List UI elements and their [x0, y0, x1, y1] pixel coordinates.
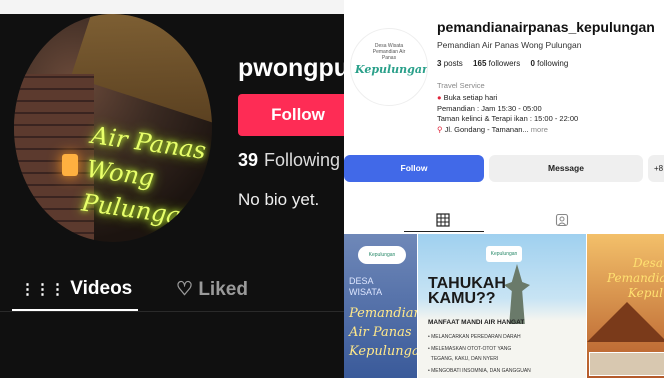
avatar-neon-text: Air Panas Wong Pulungan [79, 121, 208, 233]
tab-liked[interactable]: ♡ Liked [176, 278, 248, 301]
heart-lock-icon: ♡ [176, 279, 194, 300]
tiktok-bio: No bio yet. [238, 190, 320, 209]
tagged-icon[interactable] [555, 213, 569, 227]
top-strip [0, 0, 344, 14]
instagram-category: Travel Service [437, 81, 485, 90]
tiktok-follow-button[interactable]: Follow [238, 94, 344, 136]
avatar-lamp [62, 154, 78, 176]
tab-liked-label: Liked [198, 279, 248, 300]
tiktok-avatar[interactable]: Air Panas Wong Pulungan [14, 14, 212, 242]
tiktok-following-stat[interactable]: 39 Following [238, 150, 340, 171]
tab-videos-label: Videos [70, 278, 133, 299]
more-options-icon[interactable]: ⋮ [658, 19, 664, 36]
active-grid-indicator [404, 231, 484, 232]
statue-image [504, 264, 530, 324]
post-list-item: • MELEMASKAN OTOT-OTOT YANG [428, 346, 512, 352]
avatar-logo-text: Kepulungan [355, 63, 428, 76]
building-roof-image [587, 302, 664, 342]
following-label: Following [264, 150, 341, 170]
instagram-profile-panel: Desa Wisata Pemandian Air Panas Kepulung… [344, 0, 664, 378]
post-logo: Kepulungan [486, 246, 522, 262]
message-button[interactable]: Message [489, 155, 643, 182]
instagram-display-name: Pemandian Air Panas Wong Pulungan [437, 40, 582, 50]
post-list-item: • MENGOBATI INSOMNIA, DAN GANGGUAN [428, 368, 531, 374]
post-thumbnail[interactable]: Kepulungan TAHUKAH KAMU?? MANFAAT MANDI A… [418, 234, 586, 378]
post-logo: Kepulungan [358, 246, 406, 264]
post-caption: DESA WISATA [349, 276, 383, 297]
photo-strip [589, 352, 664, 376]
red-dot-icon: ● [437, 93, 442, 102]
instagram-bio: ● Buka setiap hari Pemandian : Jam 15:30… [437, 93, 579, 134]
tiktok-profile-panel: Air Panas Wong Pulungan pwongpu Follow 3… [0, 0, 344, 378]
post-thumbnail[interactable]: Kepulungan DESA WISATA Pemandian Air Pana… [344, 234, 417, 378]
grid-icon[interactable] [436, 213, 450, 227]
post-list-item: TEGANG, KAKU, DAN NYERI [430, 356, 499, 362]
post-list-item: • MELANCARKAN PEREDARAN DARAH [428, 334, 521, 340]
tab-divider [0, 311, 344, 312]
followers-stat[interactable]: 165 followers [473, 59, 520, 68]
grid-icon: ⋮⋮⋮ [20, 281, 65, 298]
post-thumbnail[interactable]: Desa Pemandian Kepul [587, 234, 664, 378]
bio-more-link[interactable]: more [531, 125, 548, 134]
posts-stat[interactable]: 3 posts [437, 59, 463, 68]
instagram-stats: 3 posts 165 followers 0 following [437, 59, 568, 68]
post-title: Pemandian Air Panas Kepulungan [349, 306, 417, 359]
avatar-small-text: Desa Wisata Pemandian Air Panas [372, 43, 406, 61]
post-headline: TAHUKAH KAMU?? [428, 275, 506, 307]
post-subhead: MANFAAT MANDI AIR HANGAT [428, 319, 525, 326]
pin-icon: ⚲ [437, 124, 443, 134]
tiktok-username: pwongpu [238, 54, 344, 82]
post-title: Desa Pemandian Kepul [607, 256, 664, 300]
instagram-username: pemandianairpanas_kepulungan [437, 19, 655, 35]
following-stat[interactable]: 0 following [530, 59, 568, 68]
tab-videos[interactable]: ⋮⋮⋮ Videos [20, 278, 132, 300]
add-person-button[interactable]: +8 [648, 155, 664, 182]
following-count: 39 [238, 150, 259, 170]
instagram-follow-button[interactable]: Follow [344, 155, 484, 182]
instagram-avatar[interactable]: Desa Wisata Pemandian Air Panas Kepulung… [350, 28, 428, 106]
